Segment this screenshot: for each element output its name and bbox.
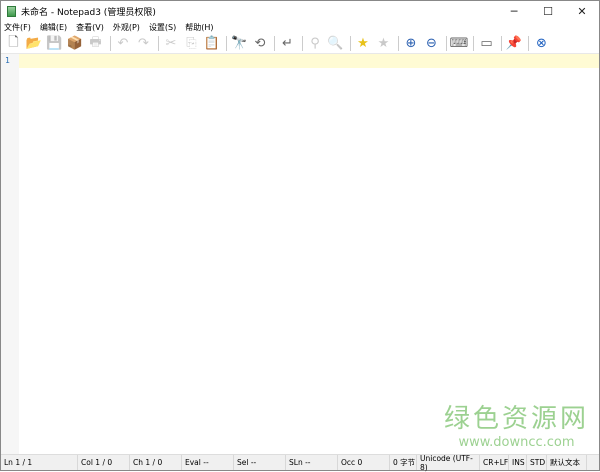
zoom-out-icon[interactable]: ⊖: [422, 35, 441, 53]
toolbar-separator: [473, 36, 474, 51]
close-button[interactable]: ✕: [565, 1, 599, 21]
undo-icon[interactable]: ↶: [114, 35, 133, 53]
minimize-button[interactable]: ─: [497, 1, 531, 21]
zoom-in-icon[interactable]: ⊕: [402, 35, 421, 53]
status-field: STD: [527, 455, 547, 470]
current-line-highlight[interactable]: [19, 54, 599, 68]
status-field: Unicode (UTF-8): [417, 454, 480, 472]
toolbar-separator: [349, 36, 351, 51]
status-field: SLn --: [286, 455, 338, 470]
toolbar: 🗋 📂 💾 📦 🖶 ↶ ↷ ✂ ⎘ 📋 🔭 ⟲ ↵ ⚲ 🔍 ★ ★ ⊕ ⊖ ⌨ ▭ 📌 ⊗: [1, 34, 599, 54]
toolbar-separator: [528, 36, 529, 51]
notepad3-app-icon: [7, 5, 16, 17]
redo-icon[interactable]: ↷: [134, 35, 153, 53]
window-title: 未命名 - Notepad3 (管理员权限): [21, 7, 156, 18]
menu-5[interactable]: 帮助(H): [185, 22, 213, 33]
find-icon[interactable]: 🔭: [230, 35, 249, 53]
fold-tree-icon[interactable]: ⚲: [306, 35, 325, 53]
toolbar-separator: [274, 36, 275, 51]
status-field: Col 1 / 0: [78, 455, 130, 470]
toolbar-separator: [157, 36, 159, 51]
watermark: 绿色资源网 www.downcc.com: [444, 398, 589, 450]
toolbar-separator: [301, 36, 303, 51]
toolbar-separator: [226, 36, 227, 51]
status-field: Sel --: [234, 455, 286, 470]
status-field: INS: [509, 455, 527, 470]
status-field: Ln 1 / 1: [1, 455, 78, 470]
status-field: CR+LF: [480, 455, 509, 470]
word-wrap-icon[interactable]: ↵: [278, 35, 297, 53]
menu-1[interactable]: 编辑(E): [40, 22, 67, 33]
console-icon[interactable]: ▭: [477, 35, 496, 53]
cut-icon[interactable]: ✂: [162, 35, 181, 53]
status-field: Occ 0: [338, 455, 390, 470]
toolbar-separator: [397, 36, 399, 51]
status-field: 0 字节: [390, 455, 417, 470]
save-icon[interactable]: 💾: [45, 35, 64, 53]
replace-icon[interactable]: ⟲: [251, 35, 270, 53]
exit-icon[interactable]: ⊗: [532, 35, 551, 53]
favorite-star-icon[interactable]: ★: [354, 35, 373, 53]
line-number-gutter: 1: [1, 54, 19, 454]
copy-icon[interactable]: ⎘: [182, 35, 201, 53]
status-bar: Ln 1 / 1 Col 1 / 0 Ch 1 / 0 Eval -- Sel -- SL…: [1, 454, 599, 472]
add-favorite-icon[interactable]: ★: [374, 35, 393, 53]
maximize-button[interactable]: ☐: [531, 1, 565, 21]
watermark-url: www.downcc.com: [458, 435, 575, 450]
save-as-icon[interactable]: 📦: [66, 35, 85, 53]
pin-icon[interactable]: 📌: [505, 35, 524, 53]
print-icon[interactable]: 🖶: [86, 35, 105, 53]
line-number: 1: [5, 56, 10, 65]
toolbar-separator: [445, 36, 447, 51]
status-field: Ch 1 / 0: [130, 455, 182, 470]
toolbar-separator: [109, 36, 111, 51]
menu-4[interactable]: 设置(S): [149, 22, 176, 33]
title-bar: 未命名 - Notepad3 (管理员权限) ─ ☐ ✕: [1, 1, 599, 21]
open-folder-icon[interactable]: 📂: [25, 35, 44, 53]
keyboard-icon[interactable]: ⌨: [450, 35, 469, 53]
status-field: 默认文本: [547, 455, 587, 470]
watermark-name: 绿色资源网: [443, 404, 589, 434]
editor-area[interactable]: 1 绿色资源网 www.downcc.com: [1, 54, 599, 454]
status-field: Eval --: [182, 455, 234, 470]
new-file-icon[interactable]: 🗋: [4, 35, 23, 53]
menu-3[interactable]: 外观(P): [113, 22, 140, 33]
paste-icon[interactable]: 📋: [203, 35, 222, 53]
goto-icon[interactable]: 🔍: [326, 35, 345, 53]
toolbar-separator: [500, 36, 502, 51]
menu-0[interactable]: 文件(F): [4, 22, 31, 33]
menu-2[interactable]: 查看(V): [76, 22, 104, 33]
